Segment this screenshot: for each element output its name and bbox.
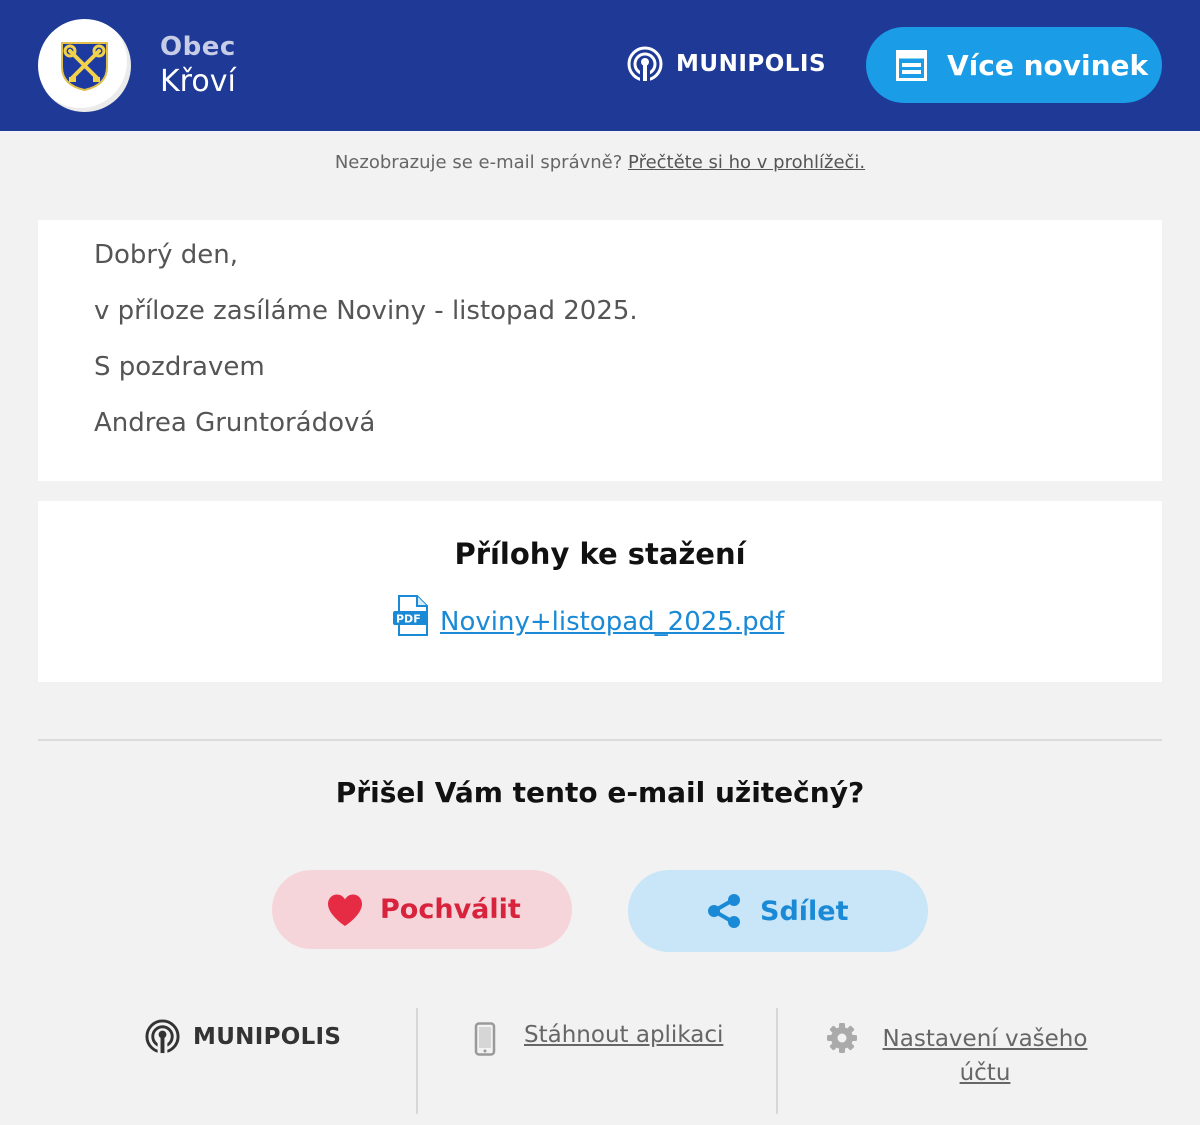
footer-separator bbox=[776, 1008, 778, 1114]
munipolis-logo[interactable]: MUNIPOLIS bbox=[626, 44, 826, 84]
attachment-item[interactable]: PDF Noviny+listopad_2025.pdf bbox=[392, 595, 784, 637]
newspaper-icon bbox=[896, 49, 927, 81]
email-header: Obec Křoví MUNIPOLIS Více novinek bbox=[0, 0, 1200, 131]
attachment-link[interactable]: Noviny+listopad_2025.pdf bbox=[440, 607, 784, 637]
broadcast-icon bbox=[145, 1019, 180, 1055]
town-type: Obec bbox=[160, 32, 236, 62]
share-button[interactable]: Sdílet bbox=[628, 870, 928, 952]
more-news-button[interactable]: Více novinek bbox=[866, 27, 1162, 103]
municipality-crest bbox=[38, 19, 131, 112]
coat-of-arms-icon bbox=[61, 42, 108, 92]
feedback-question: Přišel Vám tento e-mail užitečný? bbox=[335, 776, 865, 809]
message-signature: Andrea Gruntorádová bbox=[94, 408, 376, 438]
broadcast-icon bbox=[627, 46, 663, 82]
gear-icon bbox=[827, 1023, 857, 1053]
footer-munipolis-logo[interactable]: MUNIPOLIS bbox=[144, 1018, 341, 1055]
download-app-link[interactable]: Stáhnout aplikaci bbox=[524, 1022, 723, 1048]
more-news-label: Více novinek bbox=[947, 48, 1149, 82]
notice-text: Nezobrazuje se e-mail správně? bbox=[334, 152, 623, 173]
section-divider bbox=[38, 739, 1162, 741]
browser-view-notice: Nezobrazuje se e-mail správně? Přečtěte … bbox=[0, 152, 1200, 173]
praise-label: Pochválit bbox=[380, 894, 521, 925]
account-settings-link[interactable]: Nastavení vašeho účtu bbox=[876, 1022, 1094, 1090]
smartphone-icon bbox=[474, 1022, 496, 1056]
footer-download-app[interactable]: Stáhnout aplikaci bbox=[474, 1022, 723, 1056]
town-name: Křoví bbox=[160, 64, 236, 99]
footer-munipolis-wordmark: MUNIPOLIS bbox=[193, 1023, 342, 1050]
share-icon bbox=[708, 894, 740, 928]
heart-icon bbox=[328, 894, 362, 926]
view-in-browser-link[interactable]: Přečtěte si ho v prohlížeči. bbox=[628, 152, 865, 173]
pdf-file-icon: PDF bbox=[393, 595, 428, 636]
svg-text:PDF: PDF bbox=[396, 613, 421, 626]
attachments-title: Přílohy ke stažení bbox=[454, 537, 746, 571]
attachments-card: Přílohy ke stažení PDF Noviny+listopad_2… bbox=[38, 501, 1162, 682]
message-body: v příloze zasíláme Noviny - listopad 202… bbox=[94, 296, 638, 326]
message-card: Dobrý den, v příloze zasíláme Noviny - l… bbox=[38, 220, 1162, 481]
message-greeting: Dobrý den, bbox=[94, 240, 239, 270]
praise-button[interactable]: Pochválit bbox=[272, 870, 572, 949]
footer-separator bbox=[416, 1008, 418, 1114]
share-label: Sdílet bbox=[760, 895, 849, 927]
munipolis-wordmark: MUNIPOLIS bbox=[676, 51, 827, 77]
message-closing: S pozdravem bbox=[94, 352, 265, 382]
